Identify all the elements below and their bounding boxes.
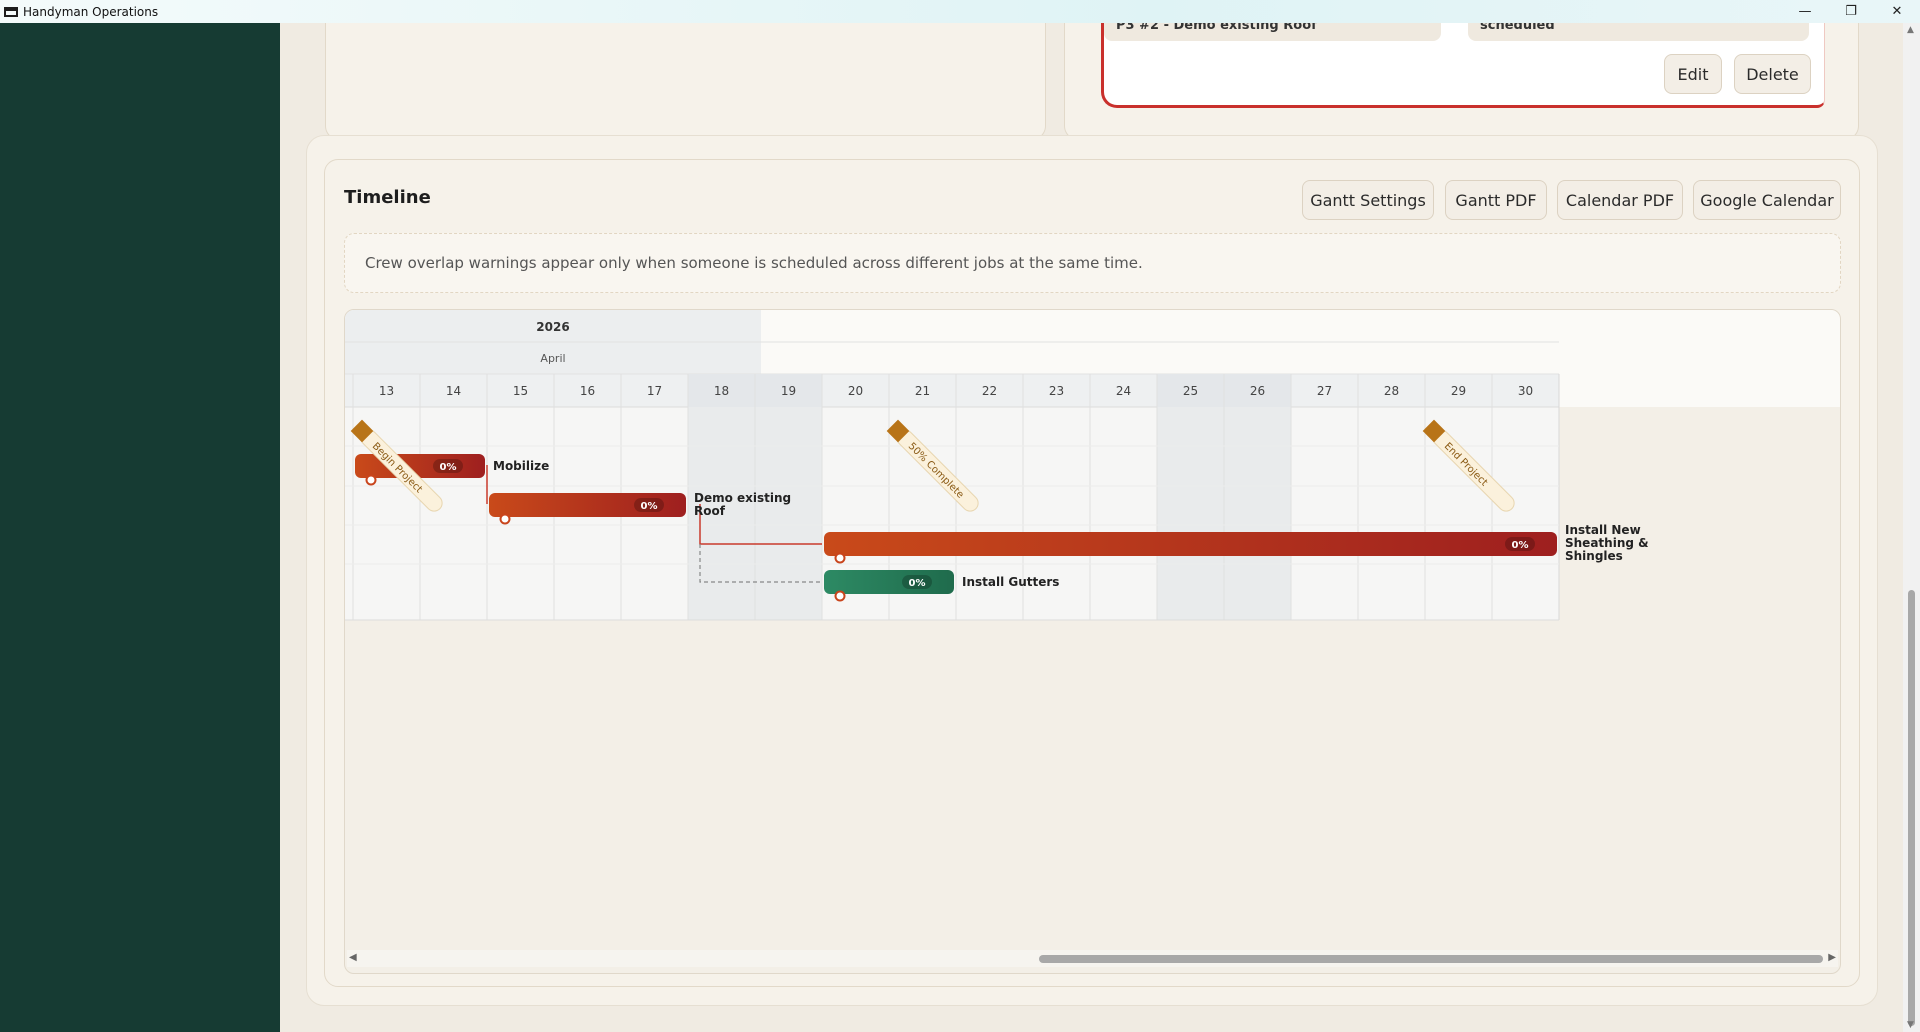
day-label: 18 [714, 384, 729, 398]
status-field[interactable]: scheduled [1468, 23, 1809, 41]
google-calendar-button[interactable]: Google Calendar [1693, 180, 1841, 220]
task-progress-label: 0% [440, 462, 457, 473]
gantt-pdf-button[interactable]: Gantt PDF [1445, 180, 1547, 220]
day-label: 13 [379, 384, 394, 398]
day-label: 21 [915, 384, 930, 398]
day-label: 17 [647, 384, 662, 398]
task-bar [824, 570, 954, 594]
gantt-horizontal-scrollbar[interactable]: ◀ ▶ [347, 950, 1838, 967]
window-title: Handyman Operations [23, 4, 159, 19]
task-field[interactable]: P3 #2 - Demo existing Roof [1104, 23, 1441, 41]
task-drag-handle [834, 590, 846, 602]
day-label: 22 [982, 384, 997, 398]
day-label: 19 [781, 384, 796, 398]
day-label: 27 [1317, 384, 1332, 398]
day-label: 15 [513, 384, 528, 398]
weekend-column-shade [1157, 407, 1224, 620]
task-bar [355, 454, 485, 478]
day-label: 16 [580, 384, 595, 398]
day-label: 30 [1518, 384, 1533, 398]
calendar-pdf-button[interactable]: Calendar PDF [1557, 180, 1683, 220]
day-label: 28 [1384, 384, 1399, 398]
task-drag-handle [499, 513, 511, 525]
close-button[interactable]: ✕ [1874, 0, 1920, 23]
schedule-card: P3 #2 - Demo existing Roof scheduled Edi… [1064, 23, 1859, 140]
day-label: 26 [1250, 384, 1265, 398]
maximize-button[interactable]: ❐ [1828, 0, 1874, 23]
minimize-button[interactable]: — [1782, 0, 1828, 23]
scroll-up-arrow-icon[interactable]: ▲ [1907, 25, 1914, 35]
weekend-column-shade [1224, 407, 1291, 620]
task-name-label: Install New Sheathing & Shingles [1565, 523, 1649, 563]
app-icon [4, 6, 18, 17]
year-label: 2026 [536, 320, 569, 334]
task-name-label: Install Gutters [962, 575, 1059, 589]
delete-button[interactable]: Delete [1734, 54, 1811, 94]
gantt-settings-button[interactable]: Gantt Settings [1302, 180, 1434, 220]
scroll-right-arrow-icon[interactable]: ▶ [1828, 952, 1836, 963]
task-bar [824, 532, 1557, 556]
task-progress-label: 0% [909, 578, 926, 589]
task-progress-label: 0% [1512, 540, 1529, 551]
task-progress-label: 0% [641, 501, 658, 512]
day-label: 24 [1116, 384, 1131, 398]
crew-overlap-note: Crew overlap warnings appear only when s… [344, 233, 1841, 293]
day-label: 23 [1049, 384, 1064, 398]
weekend-column-shade [755, 407, 822, 620]
task-drag-handle [834, 552, 846, 564]
scroll-left-arrow-icon[interactable]: ◀ [349, 952, 357, 963]
edit-button[interactable]: Edit [1664, 54, 1722, 94]
month-label: April [540, 352, 565, 365]
scrollbar-thumb[interactable] [1039, 955, 1823, 963]
day-label: 29 [1451, 384, 1466, 398]
page-vertical-scrollbar[interactable]: ▲ ▼ [1903, 23, 1920, 1032]
gantt-svg: 13 14 15 16 17 18 19 20 21 22 23 24 25 26 27 28 29 30 2026… [345, 310, 1840, 621]
scroll-down-arrow-icon[interactable]: ▼ [1907, 1020, 1914, 1030]
day-label: 25 [1183, 384, 1198, 398]
day-label: 20 [848, 384, 863, 398]
task-name-label: Mobilize [493, 459, 549, 473]
sidebar [0, 23, 280, 1032]
timeline-title: Timeline [344, 187, 431, 208]
schedule-entry: P3 #2 - Demo existing Roof scheduled Edi… [1101, 23, 1825, 108]
task-drag-handle [365, 474, 377, 486]
details-card [325, 23, 1046, 140]
day-label: 14 [446, 384, 461, 398]
page-scrollbar-thumb[interactable] [1908, 590, 1915, 1026]
gantt-chart: 13 14 15 16 17 18 19 20 21 22 23 24 25 26 27 28 29 30 2026… [344, 309, 1841, 974]
window-titlebar: Handyman Operations — ❐ ✕ [0, 0, 1920, 23]
